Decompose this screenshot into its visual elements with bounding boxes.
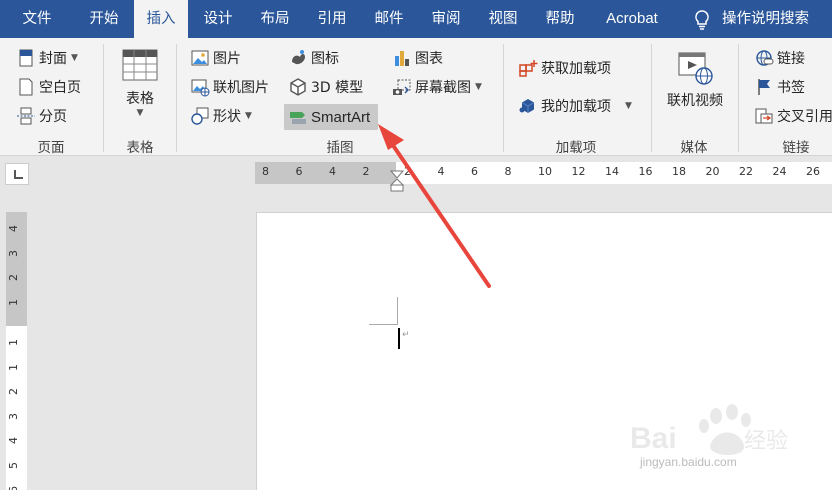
- tell-me-search[interactable]: 操作说明搜索: [722, 0, 822, 38]
- ruler-number: 12: [571, 165, 586, 178]
- chart-button[interactable]: 图表: [392, 46, 443, 70]
- online-video-button[interactable]: 联机视频: [662, 50, 728, 110]
- paragraph-mark: ↵: [402, 330, 410, 340]
- chart-icon: [392, 48, 412, 68]
- tab-insert[interactable]: 插入: [134, 0, 188, 38]
- ruler-number: 10: [538, 165, 552, 178]
- ruler-number: 2: [7, 274, 20, 281]
- tab-help[interactable]: 帮助: [534, 0, 586, 38]
- svg-text:经验: 经验: [744, 429, 788, 454]
- group-label-pages: 页面: [37, 140, 65, 156]
- ruler-number: 22: [739, 165, 753, 178]
- link-icon: [754, 48, 774, 68]
- icons-icon: [288, 48, 308, 68]
- smartart-button[interactable]: SmartArt: [284, 104, 379, 130]
- ruler-number: 18: [672, 165, 686, 178]
- shapes-button[interactable]: 形状 ▼: [190, 104, 252, 128]
- margin-crop-mark: [369, 324, 397, 325]
- get-addins-button[interactable]: 获取加载项: [518, 56, 611, 80]
- ruler-number: 4: [7, 437, 20, 444]
- tab-design[interactable]: 设计: [192, 0, 244, 38]
- ruler-number: 6: [471, 165, 478, 178]
- ruler-number: 14: [605, 165, 619, 178]
- ruler-number: 1: [7, 339, 20, 346]
- indent-marker-icon[interactable]: [390, 170, 404, 192]
- page-break-icon: [16, 106, 36, 126]
- smartart-icon: [288, 107, 308, 127]
- ruler-number: 20: [705, 165, 720, 178]
- tab-references[interactable]: 引用: [306, 0, 358, 38]
- icons-button[interactable]: 图标: [288, 46, 339, 70]
- online-picture-icon: [190, 77, 210, 97]
- screenshot-icon: [392, 77, 412, 97]
- ruler-number: 4: [7, 225, 20, 232]
- group-label-addins: 加载项: [555, 140, 597, 156]
- lightbulb-icon: [695, 10, 709, 30]
- ruler-number: 24: [772, 165, 787, 178]
- ruler-number: 16: [638, 165, 653, 178]
- group-label-illustrations: 插图: [326, 140, 354, 156]
- tab-review[interactable]: 审阅: [420, 0, 472, 38]
- ruler-number: 1: [7, 298, 20, 306]
- ruler-number: 1: [7, 363, 20, 371]
- margin-crop-mark: [397, 297, 398, 325]
- table-button[interactable]: 表格 ▼: [118, 48, 162, 118]
- ruler-number: 5: [7, 461, 20, 469]
- tab-acrobat[interactable]: Acrobat: [594, 0, 670, 38]
- online-pictures-button[interactable]: 联机图片: [190, 75, 269, 99]
- ruler-number: 2: [362, 165, 370, 178]
- watermark-site: jingyan.baidu.com: [640, 455, 737, 469]
- cube-icon: [288, 77, 308, 97]
- blank-page-icon: [16, 77, 36, 97]
- ruler-number: 6: [295, 165, 303, 178]
- picture-icon: [190, 48, 210, 68]
- ruler-number: 8: [262, 165, 269, 178]
- page-break-button[interactable]: 分页: [16, 104, 67, 128]
- cross-reference-icon: [754, 106, 774, 126]
- cover-page-icon: [16, 48, 36, 68]
- link-button[interactable]: 链接: [754, 46, 805, 70]
- ruler-number: 26: [806, 165, 820, 178]
- tab-mailings[interactable]: 邮件: [363, 0, 415, 38]
- 3d-models-button[interactable]: 3D 模型: [288, 75, 363, 99]
- ruler-number: 2: [7, 388, 20, 395]
- store-plus-icon: [518, 58, 538, 78]
- group-label-tables: 表格: [126, 140, 154, 156]
- addin-cube-icon: [518, 96, 538, 116]
- tab-file[interactable]: 文件: [12, 0, 62, 38]
- bookmark-button[interactable]: 书签: [754, 75, 805, 99]
- pictures-button[interactable]: 图片: [190, 46, 241, 70]
- table-icon: [122, 49, 158, 81]
- ribbon-insert: 封面 ▼ 空白页 分页 页面 表格 ▼ 表格 图片 联机图片 形状 ▼ 图标 3…: [0, 38, 832, 156]
- bookmark-flag-icon: [754, 77, 774, 97]
- group-label-links: 链接: [782, 140, 810, 156]
- ruler-number: 4: [329, 165, 336, 178]
- tab-home[interactable]: 开始: [77, 0, 131, 38]
- ruler-number: 3: [7, 249, 20, 257]
- baidu-watermark-logo: Bai 经验: [630, 404, 788, 455]
- ruler-margin-left: [255, 162, 396, 184]
- svg-text:Bai: Bai: [630, 422, 677, 455]
- tab-view[interactable]: 视图: [477, 0, 529, 38]
- ribbon-tab-bar: 文件 开始 插入 设计 布局 引用 邮件 审阅 视图 帮助 Acrobat 操作…: [0, 0, 832, 38]
- group-label-media: 媒体: [680, 140, 708, 156]
- tab-stop-selector[interactable]: [5, 163, 29, 185]
- ruler-number: 4: [437, 165, 445, 178]
- cover-page-button[interactable]: 封面 ▼: [16, 46, 78, 70]
- blank-page-button[interactable]: 空白页: [16, 75, 81, 99]
- online-video-icon: [678, 52, 713, 85]
- screenshot-button[interactable]: 屏幕截图 ▼: [392, 75, 482, 99]
- cross-reference-button[interactable]: 交叉引用: [754, 104, 832, 128]
- ruler-number: 3: [7, 412, 20, 420]
- text-cursor: [398, 328, 400, 349]
- shapes-icon: [190, 106, 210, 126]
- ruler-number: 8: [504, 165, 512, 178]
- tab-layout[interactable]: 布局: [249, 0, 301, 38]
- ruler-number: 6: [7, 486, 20, 490]
- my-addins-button[interactable]: 我的加载项 ▼: [518, 94, 632, 118]
- ruler-number: 2: [404, 165, 411, 178]
